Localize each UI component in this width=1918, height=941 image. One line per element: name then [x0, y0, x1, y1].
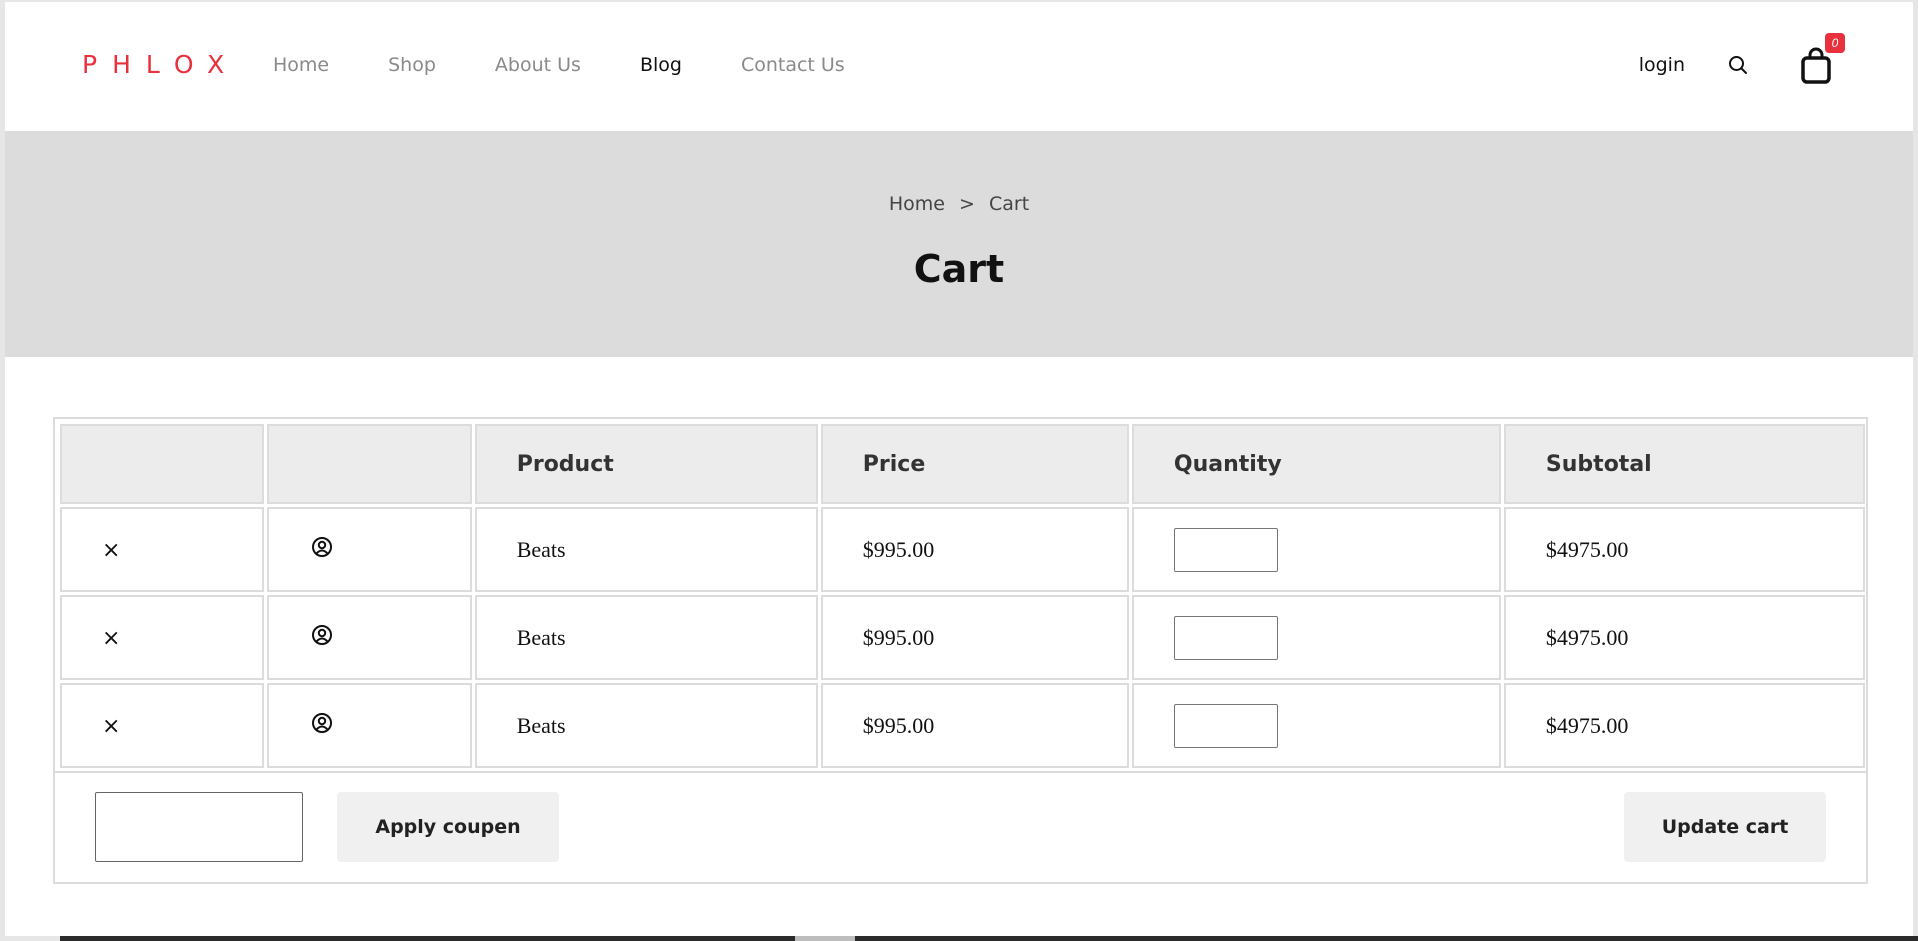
remove-cell: ×	[60, 507, 265, 592]
cart-header-row: Product Price Quantity Subtotal	[60, 424, 1865, 504]
col-header-product: Product	[474, 424, 818, 504]
cart-container: Product Price Quantity Subtotal × Beats …	[53, 417, 1868, 884]
product-price: $995.00	[820, 683, 1129, 768]
page-title: Cart	[913, 247, 1005, 291]
col-header-price: Price	[820, 424, 1129, 504]
quantity-cell	[1131, 507, 1501, 592]
remove-item-button[interactable]: ×	[102, 538, 120, 563]
thumbnail-cell	[267, 595, 472, 680]
table-row: × Beats $995.00 $4975.00	[60, 683, 1865, 768]
cart-table: Product Price Quantity Subtotal × Beats …	[57, 421, 1868, 771]
quantity-cell	[1131, 683, 1501, 768]
cart-actions: Apply coupen Update cart	[55, 771, 1866, 882]
product-subtotal: $4975.00	[1503, 595, 1865, 680]
nav-contact-us[interactable]: Contact Us	[741, 54, 845, 76]
apply-coupon-button[interactable]: Apply coupen	[337, 792, 559, 862]
thumbnail-cell	[267, 683, 472, 768]
nav-shop[interactable]: Shop	[388, 54, 436, 76]
update-cart-button[interactable]: Update cart	[1624, 792, 1826, 862]
coupon-input[interactable]	[95, 792, 303, 862]
product-name[interactable]: Beats	[474, 683, 818, 768]
product-price: $995.00	[820, 507, 1129, 592]
bottom-scrollbar[interactable]	[0, 936, 1918, 941]
login-link[interactable]: login	[1639, 54, 1685, 76]
user-circle-icon[interactable]	[311, 712, 333, 734]
quantity-input[interactable]	[1173, 615, 1278, 660]
nav-home[interactable]: Home	[273, 54, 329, 76]
nav-about-us[interactable]: About Us	[495, 54, 581, 76]
breadcrumb-home[interactable]: Home	[889, 193, 945, 215]
page-banner: Home > Cart Cart	[5, 131, 1913, 357]
product-subtotal: $4975.00	[1503, 507, 1865, 592]
col-header-subtotal: Subtotal	[1503, 424, 1865, 504]
table-row: × Beats $995.00 $4975.00	[60, 507, 1865, 592]
product-price: $995.00	[820, 595, 1129, 680]
breadcrumb-separator: >	[959, 193, 975, 215]
table-row: × Beats $995.00 $4975.00	[60, 595, 1865, 680]
quantity-input[interactable]	[1173, 703, 1278, 748]
thumbnail-cell	[267, 507, 472, 592]
col-header-quantity: Quantity	[1131, 424, 1501, 504]
breadcrumb-current: Cart	[988, 193, 1030, 215]
shopping-bag-icon[interactable]: 0	[1799, 33, 1845, 84]
scrollbar-thumb[interactable]	[795, 936, 855, 941]
quantity-cell	[1131, 595, 1501, 680]
scrollbar-segment	[0, 936, 60, 941]
main-nav: Home Shop About Us Blog Contact Us	[273, 54, 904, 76]
user-circle-icon[interactable]	[311, 624, 333, 646]
remove-item-button[interactable]: ×	[102, 626, 120, 651]
page: PHLOX Home Shop About Us Blog Contact Us…	[0, 0, 1918, 941]
header-actions: login 0	[1639, 33, 1845, 84]
col-header-remove	[60, 424, 265, 504]
remove-cell: ×	[60, 683, 265, 768]
product-name[interactable]: Beats	[474, 507, 818, 592]
quantity-input[interactable]	[1173, 527, 1278, 572]
site-header: PHLOX Home Shop About Us Blog Contact Us…	[5, 2, 1913, 131]
remove-cell: ×	[60, 595, 265, 680]
site-logo[interactable]: PHLOX	[82, 50, 239, 79]
search-icon[interactable]	[1727, 54, 1749, 76]
product-name[interactable]: Beats	[474, 595, 818, 680]
col-header-thumbnail	[267, 424, 472, 504]
breadcrumb: Home > Cart	[5, 193, 1913, 215]
product-subtotal: $4975.00	[1503, 683, 1865, 768]
user-circle-icon[interactable]	[311, 536, 333, 558]
cart-count-badge: 0	[1825, 33, 1845, 53]
remove-item-button[interactable]: ×	[102, 714, 120, 739]
window-right-border	[1913, 0, 1918, 941]
nav-blog[interactable]: Blog	[640, 54, 682, 76]
